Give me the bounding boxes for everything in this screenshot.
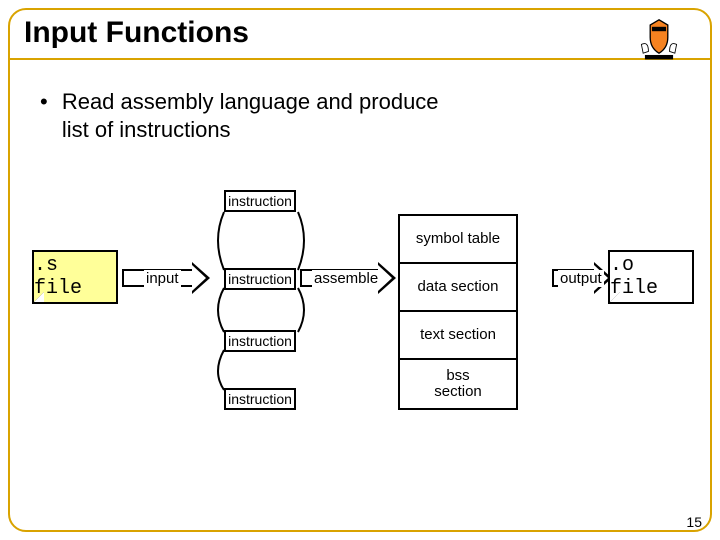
bullet-item: • Read assembly language and produce lis… xyxy=(40,88,439,143)
crest-icon xyxy=(632,18,686,62)
bullet-dot-icon: • xyxy=(40,88,48,116)
slide-frame: Input Functions • Read assembly language… xyxy=(8,8,712,532)
page-number: 15 xyxy=(686,514,702,530)
title-bar: Input Functions xyxy=(10,12,710,60)
bullet-line-1: Read assembly language and produce xyxy=(62,89,439,114)
bullet-line-2: list of instructions xyxy=(62,117,231,142)
page-title: Input Functions xyxy=(24,16,249,49)
